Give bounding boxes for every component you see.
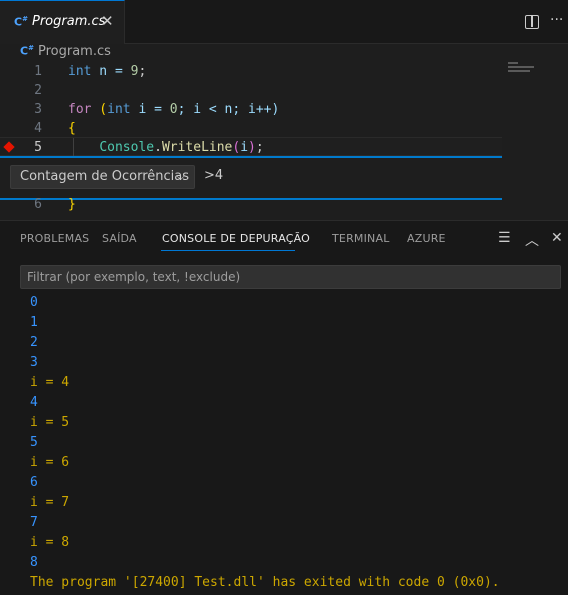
- console-line: 2: [30, 335, 38, 350]
- tab-azure[interactable]: AZURE: [407, 232, 446, 245]
- tab-program-cs[interactable]: C# Program.cs ✕: [0, 0, 125, 44]
- console-line: The program '[27400] Test.dll' has exite…: [30, 575, 500, 590]
- line-number: 3: [34, 102, 42, 117]
- console-line: i = 5: [30, 415, 70, 430]
- code-line: 2: [0, 81, 502, 100]
- split-editor-icon[interactable]: [525, 15, 539, 29]
- breakpoint-type-select[interactable]: Contagem de Ocorrências ⌵: [10, 165, 195, 189]
- chevron-down-icon: ⌵: [176, 169, 186, 183]
- chevron-up-icon[interactable]: ︿: [525, 230, 539, 250]
- line-number: 1: [34, 64, 42, 79]
- console-filter: [20, 265, 561, 289]
- console-line: i = 7: [30, 495, 70, 510]
- code-line: 1 int n = 9;: [0, 62, 502, 81]
- tab-title: Program.cs: [32, 14, 106, 29]
- console-line: i = 6: [30, 455, 70, 470]
- editor-tab-bar: C# Program.cs ✕ ···: [0, 0, 568, 44]
- code-line-breakpoint: 5 Console.WriteLine(i);: [0, 137, 502, 156]
- code-editor[interactable]: 1 int n = 9; 2 3 for (int i = 0; i < n; …: [0, 60, 568, 220]
- csharp-file-icon: C#: [20, 44, 34, 58]
- tab-problems[interactable]: PROBLEMAS: [20, 232, 89, 245]
- line-number: 4: [34, 121, 42, 136]
- console-line: 1: [30, 315, 38, 330]
- console-line: 7: [30, 515, 38, 530]
- breakpoint-condition-widget: Contagem de Ocorrências ⌵ >4: [0, 156, 502, 200]
- line-number: 6: [34, 197, 42, 212]
- tab-debug-console[interactable]: CONSOLE DE DEPURAÇÃO: [162, 232, 310, 245]
- console-line: 3: [30, 355, 38, 370]
- console-line: 0: [30, 295, 38, 310]
- line-number: 2: [34, 83, 42, 98]
- console-line: 6: [30, 475, 38, 490]
- csharp-file-icon: C#: [14, 15, 28, 29]
- bottom-panel: PROBLEMAS SAÍDA CONSOLE DE DEPURAÇÃO TER…: [0, 220, 568, 595]
- close-panel-icon[interactable]: ✕: [551, 230, 563, 246]
- hit-count-input[interactable]: >4: [204, 168, 223, 183]
- console-line: 5: [30, 435, 38, 450]
- breadcrumb: C# Program.cs: [0, 44, 568, 60]
- filter-input[interactable]: [21, 266, 560, 288]
- tab-output[interactable]: SAÍDA: [102, 232, 137, 245]
- console-line: i = 8: [30, 535, 70, 550]
- code-line: 4 {: [0, 119, 502, 138]
- tab-terminal[interactable]: TERMINAL: [332, 232, 390, 245]
- line-number: 5: [34, 140, 42, 155]
- code-line: 3 for (int i = 0; i < n; i++): [0, 100, 502, 119]
- clear-console-icon[interactable]: ☰: [498, 230, 511, 246]
- console-line: i = 4: [30, 375, 70, 390]
- console-line: 8: [30, 555, 38, 570]
- active-tab-indicator: [161, 250, 295, 251]
- breadcrumb-file[interactable]: Program.cs: [38, 44, 111, 59]
- minimap[interactable]: [508, 62, 536, 72]
- console-line: 4: [30, 395, 38, 410]
- more-actions-icon[interactable]: ···: [550, 12, 563, 28]
- indent-guide: [73, 138, 74, 156]
- code-line: 6 }: [0, 195, 502, 214]
- close-icon[interactable]: ✕: [101, 12, 114, 30]
